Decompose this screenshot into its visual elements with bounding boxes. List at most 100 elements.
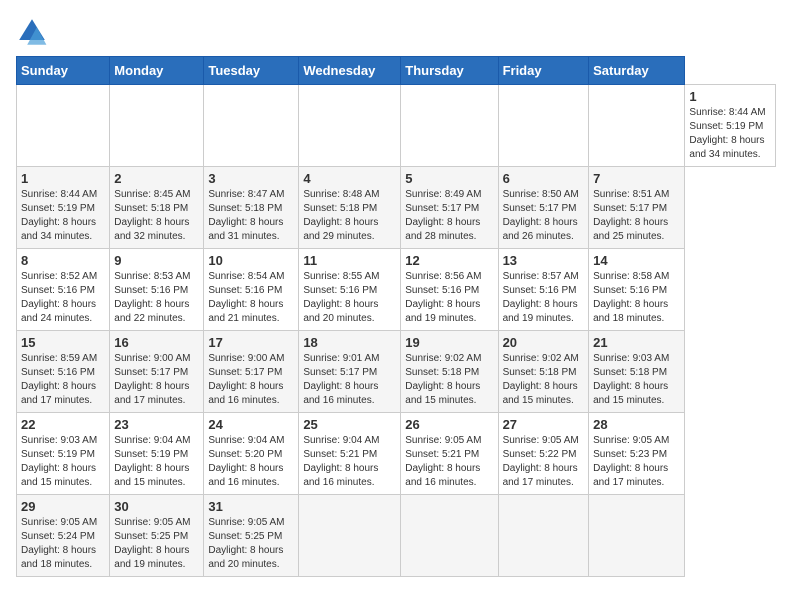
day-detail: Sunrise: 8:47 AMSunset: 5:18 PMDaylight:… bbox=[208, 188, 294, 244]
day-number: 27 bbox=[503, 417, 585, 432]
calendar-header-row: SundayMondayTuesdayWednesdayThursdayFrid… bbox=[17, 57, 776, 85]
day-detail: Sunrise: 8:57 AMSunset: 5:16 PMDaylight:… bbox=[503, 270, 585, 326]
day-detail: Sunrise: 8:49 AMSunset: 5:17 PMDaylight:… bbox=[405, 188, 493, 244]
day-detail: Sunrise: 9:05 AMSunset: 5:21 PMDaylight:… bbox=[405, 434, 493, 490]
calendar-cell: 6Sunrise: 8:50 AMSunset: 5:17 PMDaylight… bbox=[498, 167, 589, 249]
calendar-cell bbox=[401, 495, 498, 577]
calendar-cell bbox=[498, 495, 589, 577]
day-number: 13 bbox=[503, 253, 585, 268]
calendar-week-row: 8Sunrise: 8:52 AMSunset: 5:16 PMDaylight… bbox=[17, 249, 776, 331]
day-number: 20 bbox=[503, 335, 585, 350]
day-number: 18 bbox=[303, 335, 396, 350]
calendar-cell: 28 Sunrise: 9:05 AMSunset: 5:23 PMDayligh… bbox=[589, 413, 685, 495]
calendar-week-row: 29 Sunrise: 9:05 AMSunset: 5:24 PMDayligh… bbox=[17, 495, 776, 577]
calendar-cell: 1Sunrise: 8:44 AMSunset: 5:19 PMDaylight… bbox=[17, 167, 110, 249]
calendar-cell: 25Sunrise: 9:04 AMSunset: 5:21 PMDayligh… bbox=[299, 413, 401, 495]
day-number: 11 bbox=[303, 253, 396, 268]
calendar-cell: 29 Sunrise: 9:05 AMSunset: 5:24 PMDayligh… bbox=[17, 495, 110, 577]
day-number: 15 bbox=[21, 335, 105, 350]
calendar-cell: 15Sunrise: 8:59 AMSunset: 5:16 PMDayligh… bbox=[17, 331, 110, 413]
calendar-cell bbox=[110, 85, 204, 167]
day-detail: Sunrise: 9:02 AMSunset: 5:18 PMDaylight:… bbox=[405, 352, 493, 408]
calendar-cell: 7 Sunrise: 8:51 AMSunset: 5:17 PMDaylight… bbox=[589, 167, 685, 249]
calendar-week-row: 1Sunrise: 8:44 AMSunset: 5:19 PMDaylight… bbox=[17, 167, 776, 249]
day-detail: Sunrise: 9:04 AMSunset: 5:19 PMDaylight:… bbox=[114, 434, 199, 490]
day-number: 30 bbox=[114, 499, 199, 514]
calendar-cell: 1 Sunrise: 8:44 AMSunset: 5:19 PMDaylight… bbox=[685, 85, 776, 167]
day-number: 17 bbox=[208, 335, 294, 350]
day-detail: Sunrise: 9:05 AMSunset: 5:25 PMDaylight:… bbox=[114, 516, 199, 572]
calendar-cell bbox=[589, 85, 685, 167]
day-detail: Sunrise: 9:05 AMSunset: 5:22 PMDaylight:… bbox=[503, 434, 585, 490]
day-detail: Sunrise: 8:54 AMSunset: 5:16 PMDaylight:… bbox=[208, 270, 294, 326]
calendar-cell: 21Sunrise: 9:03 AMSunset: 5:18 PMDayligh… bbox=[589, 331, 685, 413]
day-detail: Sunrise: 9:05 AMSunset: 5:25 PMDaylight:… bbox=[208, 516, 294, 572]
calendar-cell bbox=[17, 85, 110, 167]
day-number: 5 bbox=[405, 171, 493, 186]
day-number: 28 bbox=[593, 417, 680, 432]
day-number: 12 bbox=[405, 253, 493, 268]
calendar-cell: 2 Sunrise: 8:45 AMSunset: 5:18 PMDaylight… bbox=[110, 167, 204, 249]
day-detail: Sunrise: 9:05 AMSunset: 5:24 PMDaylight:… bbox=[21, 516, 105, 572]
calendar-cell: 5 Sunrise: 8:49 AMSunset: 5:17 PMDaylight… bbox=[401, 167, 498, 249]
calendar-cell: 30 Sunrise: 9:05 AMSunset: 5:25 PMDayligh… bbox=[110, 495, 204, 577]
day-number: 6 bbox=[503, 171, 585, 186]
day-detail: Sunrise: 8:58 AMSunset: 5:16 PMDaylight:… bbox=[593, 270, 680, 326]
day-number: 26 bbox=[405, 417, 493, 432]
day-detail: Sunrise: 9:03 AMSunset: 5:19 PMDaylight:… bbox=[21, 434, 105, 490]
day-detail: Sunrise: 8:45 AMSunset: 5:18 PMDaylight:… bbox=[114, 188, 199, 244]
calendar-day-header: Friday bbox=[498, 57, 589, 85]
calendar-cell bbox=[204, 85, 299, 167]
calendar-cell: 17 Sunrise: 9:00 AMSunset: 5:17 PMDayligh… bbox=[204, 331, 299, 413]
day-detail: Sunrise: 9:01 AMSunset: 5:17 PMDaylight:… bbox=[303, 352, 396, 408]
calendar-cell: 3Sunrise: 8:47 AMSunset: 5:18 PMDaylight… bbox=[204, 167, 299, 249]
day-number: 31 bbox=[208, 499, 294, 514]
calendar-day-header: Wednesday bbox=[299, 57, 401, 85]
calendar-day-header: Monday bbox=[110, 57, 204, 85]
calendar-cell bbox=[589, 495, 685, 577]
calendar-cell: 12 Sunrise: 8:56 AMSunset: 5:16 PMDayligh… bbox=[401, 249, 498, 331]
calendar-cell: 13 Sunrise: 8:57 AMSunset: 5:16 PMDayligh… bbox=[498, 249, 589, 331]
day-detail: Sunrise: 9:04 AMSunset: 5:21 PMDaylight:… bbox=[303, 434, 396, 490]
day-detail: Sunrise: 8:55 AMSunset: 5:16 PMDaylight:… bbox=[303, 270, 396, 326]
day-number: 29 bbox=[21, 499, 105, 514]
calendar-day-header: Tuesday bbox=[204, 57, 299, 85]
day-number: 2 bbox=[114, 171, 199, 186]
day-number: 8 bbox=[21, 253, 105, 268]
calendar-day-header: Thursday bbox=[401, 57, 498, 85]
calendar-cell bbox=[299, 85, 401, 167]
day-detail: Sunrise: 9:05 AMSunset: 5:23 PMDaylight:… bbox=[593, 434, 680, 490]
day-detail: Sunrise: 8:48 AMSunset: 5:18 PMDaylight:… bbox=[303, 188, 396, 244]
page-header bbox=[16, 16, 776, 48]
calendar-cell: 31 Sunrise: 9:05 AMSunset: 5:25 PMDayligh… bbox=[204, 495, 299, 577]
calendar-cell: 14 Sunrise: 8:58 AMSunset: 5:16 PMDayligh… bbox=[589, 249, 685, 331]
calendar-cell: 27 Sunrise: 9:05 AMSunset: 5:22 PMDayligh… bbox=[498, 413, 589, 495]
calendar-cell: 10 Sunrise: 8:54 AMSunset: 5:16 PMDayligh… bbox=[204, 249, 299, 331]
calendar-week-row: 1 Sunrise: 8:44 AMSunset: 5:19 PMDaylight… bbox=[17, 85, 776, 167]
day-number: 7 bbox=[593, 171, 680, 186]
day-number: 23 bbox=[114, 417, 199, 432]
day-detail: Sunrise: 9:02 AMSunset: 5:18 PMDaylight:… bbox=[503, 352, 585, 408]
day-detail: Sunrise: 8:51 AMSunset: 5:17 PMDaylight:… bbox=[593, 188, 680, 244]
calendar-table: SundayMondayTuesdayWednesdayThursdayFrid… bbox=[16, 56, 776, 577]
calendar-cell: 18 Sunrise: 9:01 AMSunset: 5:17 PMDayligh… bbox=[299, 331, 401, 413]
calendar-cell: 11 Sunrise: 8:55 AMSunset: 5:16 PMDayligh… bbox=[299, 249, 401, 331]
calendar-cell bbox=[299, 495, 401, 577]
day-detail: Sunrise: 9:00 AMSunset: 5:17 PMDaylight:… bbox=[114, 352, 199, 408]
calendar-day-header: Saturday bbox=[589, 57, 685, 85]
calendar-cell: 9Sunrise: 8:53 AMSunset: 5:16 PMDaylight… bbox=[110, 249, 204, 331]
logo bbox=[16, 16, 52, 48]
calendar-cell: 23 Sunrise: 9:04 AMSunset: 5:19 PMDayligh… bbox=[110, 413, 204, 495]
calendar-cell: 8Sunrise: 8:52 AMSunset: 5:16 PMDaylight… bbox=[17, 249, 110, 331]
calendar-cell: 20 Sunrise: 9:02 AMSunset: 5:18 PMDayligh… bbox=[498, 331, 589, 413]
day-detail: Sunrise: 8:44 AMSunset: 5:19 PMDaylight:… bbox=[689, 106, 771, 162]
day-number: 10 bbox=[208, 253, 294, 268]
calendar-cell: 22Sunrise: 9:03 AMSunset: 5:19 PMDayligh… bbox=[17, 413, 110, 495]
day-number: 14 bbox=[593, 253, 680, 268]
day-detail: Sunrise: 8:56 AMSunset: 5:16 PMDaylight:… bbox=[405, 270, 493, 326]
day-detail: Sunrise: 8:53 AMSunset: 5:16 PMDaylight:… bbox=[114, 270, 199, 326]
calendar-cell: 26 Sunrise: 9:05 AMSunset: 5:21 PMDayligh… bbox=[401, 413, 498, 495]
calendar-week-row: 15Sunrise: 8:59 AMSunset: 5:16 PMDayligh… bbox=[17, 331, 776, 413]
day-number: 1 bbox=[689, 89, 771, 104]
day-detail: Sunrise: 9:00 AMSunset: 5:17 PMDaylight:… bbox=[208, 352, 294, 408]
